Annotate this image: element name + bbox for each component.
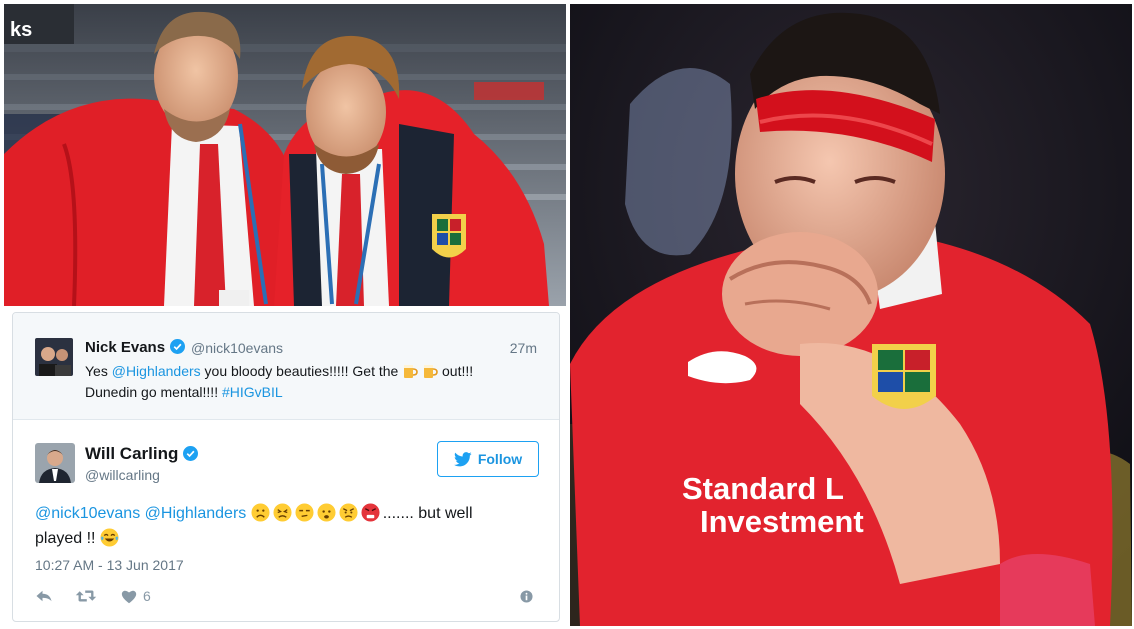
heart-icon [121,590,137,603]
author-name-text[interactable]: Will Carling [85,444,178,463]
info-icon [520,589,533,603]
unamused-face-emoji-icon [295,503,314,522]
twitter-bird-icon [453,451,472,466]
info-button[interactable] [520,587,533,605]
tweet-text: Yes @Highlanders you bloody beauties!!!!… [85,361,535,403]
verified-badge-icon [170,339,186,354]
reply-button[interactable] [35,587,53,605]
like-button[interactable]: 6 [121,587,151,605]
verified-badge-icon [183,446,199,461]
text-segment: Yes [85,363,112,379]
follow-button[interactable]: Follow [437,441,539,477]
mention-link[interactable]: @nick10evans [35,505,140,522]
author-name[interactable]: Will Carling [85,444,199,464]
mention-link[interactable]: @Highlanders [112,363,201,379]
frowning-face-emoji-icon [251,503,270,522]
players-photo: ks [4,4,566,306]
player-reaction-photo: Standard L Investment [570,4,1132,626]
author-handle[interactable]: @willcarling [85,467,160,483]
avatar[interactable] [35,338,73,376]
beer-emoji-icon [424,365,438,378]
author-name-text[interactable]: Nick Evans [85,339,165,356]
author-handle[interactable]: @nick10evans [191,340,283,356]
beer-emoji-icon [404,365,419,378]
text-segment: played !! [35,530,100,547]
retweet-icon [75,590,97,602]
embedded-tweet: Nick Evans @nick10evans 27m Yes @Highlan… [12,312,560,622]
tweet-timestamp[interactable]: 10:27 AM - 13 Jun 2017 [35,557,184,573]
players-photo-illustration: ks [4,4,566,306]
reply-icon [36,590,52,602]
mention-link[interactable]: @Highlanders [145,505,247,522]
retweet-button[interactable] [75,587,97,605]
tweet-actions: 6 [35,587,539,607]
svg-text:Investment: Investment [700,504,864,539]
quoted-tweet[interactable]: Nick Evans @nick10evans 27m Yes @Highlan… [13,313,559,420]
hashtag-link[interactable]: #HIGvBIL [222,384,283,400]
worried-face-emoji-icon [317,503,336,522]
text-segment: you bloody beauties!!!!! Get the [200,363,403,379]
text-segment: Dunedin go mental!!!! [85,384,222,400]
text-segment: ....... but well [382,505,473,522]
persevering-face-emoji-icon [273,503,292,522]
follow-label: Follow [477,451,523,467]
avatar[interactable] [35,443,75,483]
svg-text:Standard L: Standard L [682,471,844,506]
player-reaction-illustration: Standard L Investment [570,4,1132,626]
like-count: 6 [143,588,151,604]
tweet-time[interactable]: 27m [510,340,537,356]
tears-of-joy-emoji-icon [100,528,119,547]
will-carling-avatar-image [35,443,75,483]
angry-face-emoji-icon [339,503,358,522]
pouting-face-emoji-icon [361,503,380,522]
text-segment: out!!! [438,363,474,379]
tweet-text: @nick10evans @Highlanders ....... but we… [35,501,535,551]
author-name[interactable]: Nick Evans [85,339,186,356]
nick-evans-avatar-image [35,338,73,376]
svg-text:ks: ks [10,19,32,41]
